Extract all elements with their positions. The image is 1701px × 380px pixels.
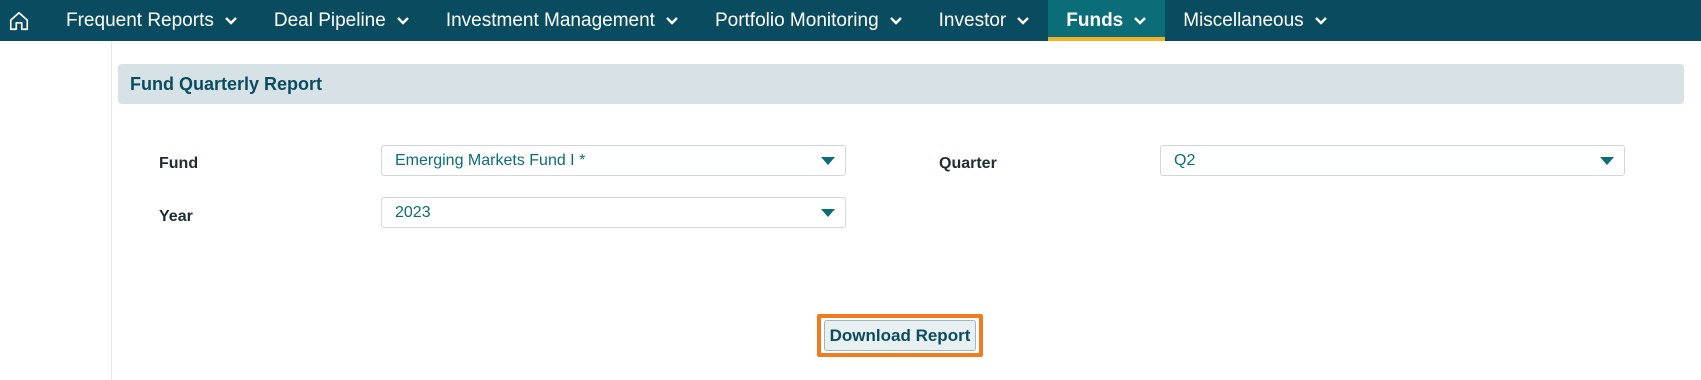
home-icon: [9, 11, 29, 30]
top-navigation-bar: Frequent Reports Deal Pipeline Investmen…: [0, 0, 1701, 41]
chevron-down-icon: [1314, 16, 1328, 26]
caret-down-icon: [821, 157, 835, 165]
nav-item-investor[interactable]: Investor: [921, 0, 1049, 41]
nav-item-investment-management[interactable]: Investment Management: [428, 0, 697, 41]
chevron-down-icon: [665, 16, 679, 26]
chevron-down-icon: [889, 16, 903, 26]
nav-item-label: Funds: [1066, 9, 1124, 31]
chevron-down-icon: [224, 16, 238, 26]
fund-select[interactable]: Emerging Markets Fund I *: [381, 145, 846, 176]
nav-item-miscellaneous[interactable]: Miscellaneous: [1165, 0, 1345, 41]
quarter-select[interactable]: Q2: [1160, 145, 1625, 176]
fund-label: Fund: [159, 155, 199, 172]
nav-item-frequent-reports[interactable]: Frequent Reports: [48, 0, 256, 41]
year-select-value: 2023: [395, 203, 431, 221]
panel-header: Fund Quarterly Report: [118, 64, 1684, 104]
year-select[interactable]: 2023: [381, 197, 846, 228]
quarter-select-value: Q2: [1174, 151, 1196, 169]
nav-item-label: Investment Management: [445, 9, 655, 31]
nav-item-label: Deal Pipeline: [273, 9, 386, 31]
nav-item-portfolio-monitoring[interactable]: Portfolio Monitoring: [697, 0, 921, 41]
fund-select-value: Emerging Markets Fund I *: [395, 151, 586, 169]
nav-item-funds[interactable]: Funds: [1048, 0, 1166, 41]
chevron-down-icon: [396, 16, 410, 26]
year-label: Year: [159, 208, 193, 225]
caret-down-icon: [821, 209, 835, 217]
home-button[interactable]: [0, 0, 38, 41]
quarter-label: Quarter: [939, 155, 997, 172]
nav-item-label: Frequent Reports: [66, 9, 214, 31]
nav-item-label: Portfolio Monitoring: [714, 9, 879, 31]
page-title: Fund Quarterly Report: [130, 73, 323, 94]
nav-item-deal-pipeline[interactable]: Deal Pipeline: [256, 0, 428, 41]
chevron-down-icon: [1133, 16, 1147, 26]
download-report-button[interactable]: Download Report: [824, 320, 976, 351]
nav-item-label: Miscellaneous: [1183, 9, 1304, 31]
nav-item-label: Investor: [938, 9, 1007, 31]
download-report-highlight: Download Report: [817, 314, 983, 357]
caret-down-icon: [1600, 157, 1614, 165]
chevron-down-icon: [1016, 16, 1030, 26]
